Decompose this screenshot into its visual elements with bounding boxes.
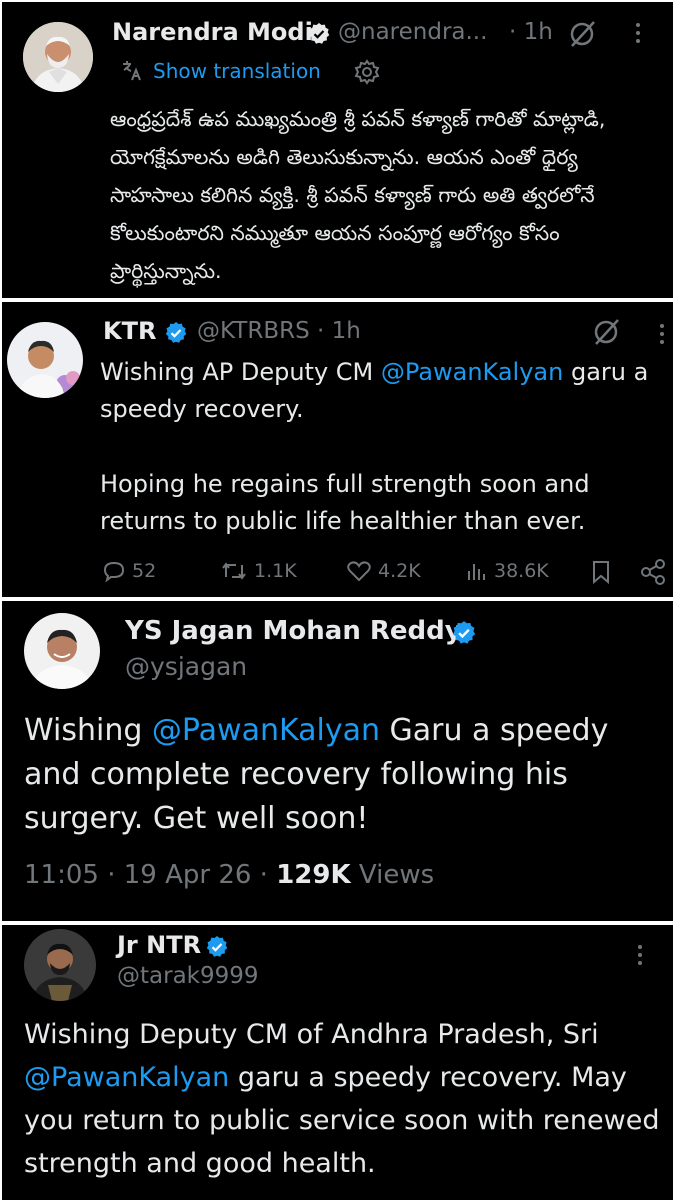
grok-icon[interactable]	[568, 20, 598, 48]
tweet-text-part: Wishing Deputy CM of Andhra Pradesh, Sri	[24, 1019, 599, 1050]
tweet-text-part: Wishing AP Deputy CM	[100, 358, 381, 386]
verified-badge-icon	[308, 23, 330, 44]
reply-count: 52	[132, 560, 157, 582]
avatar-modi[interactable]	[23, 22, 93, 92]
repost-button[interactable]: 1.1K	[220, 559, 297, 583]
more-icon[interactable]	[635, 23, 641, 43]
views-icon	[468, 564, 485, 580]
more-icon[interactable]	[637, 945, 643, 965]
author-handle[interactable]: @KTRBRS · 1h	[197, 318, 361, 344]
reply-button[interactable]: 52	[102, 559, 156, 583]
verified-badge-icon	[165, 322, 187, 343]
avatar-ysjagan[interactable]	[24, 613, 100, 689]
tweet-meta: 11:05 · 19 Apr 26 · 129K Views	[24, 860, 434, 890]
author-name[interactable]: Jr NTR	[117, 931, 201, 959]
mention-link[interactable]: @PawanKalyan	[381, 358, 563, 386]
views-label: Views	[350, 860, 435, 890]
show-translation-label[interactable]: Show translation	[153, 59, 321, 83]
tweet-text: Wishing @PawanKalyan Garu a speedy and c…	[24, 709, 664, 841]
author-name[interactable]: YS Jagan Mohan Reddy	[125, 616, 462, 646]
tweet-text-part: Wishing	[24, 713, 152, 748]
tweet-text: Wishing AP Deputy CM @PawanKalyan garu a…	[100, 354, 660, 428]
tweet-text: Wishing Deputy CM of Andhra Pradesh, Sri…	[24, 1013, 664, 1185]
like-button[interactable]: 4.2K	[346, 559, 421, 583]
verified-badge-icon	[206, 936, 228, 957]
share-icon[interactable]	[639, 558, 667, 586]
views-button[interactable]: 38.6K	[466, 559, 549, 583]
show-translation-link[interactable]: Show translation	[119, 58, 321, 84]
tweet-time[interactable]: · 1h	[509, 19, 553, 45]
verified-badge-icon	[452, 621, 476, 644]
tweet-card-modi[interactable]: Narendra Modi @narendra... · 1h Show tra…	[2, 2, 673, 298]
tweet-text: ఆంధ్రప్రదేశ్ ఉప ముఖ్యమంత్రి శ్రీ పవన్ కళ…	[110, 107, 606, 283]
author-name[interactable]: Narendra Modi	[112, 18, 313, 46]
mention-link[interactable]: @PawanKalyan	[24, 1062, 229, 1093]
grok-icon[interactable]	[592, 318, 622, 346]
tweet-text-paragraph: Hoping he regains full strength soon and…	[100, 470, 590, 535]
bookmark-icon[interactable]	[590, 559, 612, 585]
author-handle[interactable]: @tarak9999	[117, 963, 259, 989]
avatar-jrntr[interactable]	[24, 929, 96, 1001]
views-count: 129K	[276, 860, 351, 890]
author-name[interactable]: KTR	[103, 317, 156, 345]
mention-link[interactable]: @PawanKalyan	[152, 713, 380, 748]
tweet-card-ktr[interactable]: KTR @KTRBRS · 1h Wishing AP Deputy CM @P…	[2, 302, 673, 597]
translate-icon	[123, 61, 141, 81]
tweet-timestamp[interactable]: 11:05 · 19 Apr 26 ·	[24, 860, 276, 890]
author-handle[interactable]: @ysjagan	[125, 652, 247, 681]
repost-count: 1.1K	[254, 560, 297, 582]
author-handle[interactable]: @narendra...	[338, 19, 487, 45]
more-icon[interactable]	[659, 324, 665, 344]
avatar-ktr[interactable]	[7, 322, 83, 398]
repost-icon	[222, 562, 246, 580]
like-count: 4.2K	[378, 560, 421, 582]
reply-icon	[103, 561, 125, 583]
like-icon	[347, 561, 371, 582]
settings-gear-icon[interactable]	[354, 59, 380, 85]
tweet-card-jrntr[interactable]: Jr NTR @tarak9999 Wishing Deputy CM of A…	[2, 925, 673, 1200]
views-count: 38.6K	[494, 560, 549, 582]
tweet-card-ysjagan[interactable]: YS Jagan Mohan Reddy @ysjagan Wishing @P…	[2, 601, 673, 921]
